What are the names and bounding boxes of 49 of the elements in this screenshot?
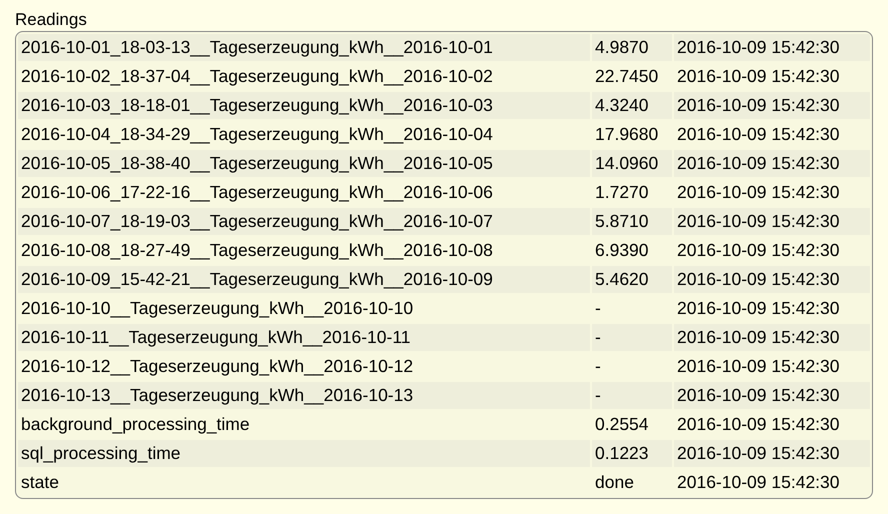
reading-timestamp: 2016-10-09 15:42:30	[676, 123, 840, 146]
reading-name: 2016-10-09_15-42-21__Tageserzeugung_kWh__2016-10-09	[18, 266, 590, 293]
reading-timestamp: 2016-10-09 15:42:30	[674, 266, 870, 293]
reading-name: 2016-10-07_18-19-03__Tageserzeugung_kWh__2016-10-07	[18, 208, 590, 235]
reading-value: 4.9870	[592, 34, 672, 61]
reading-timestamp: 2016-10-09 15:42:30	[674, 382, 870, 409]
reading-timestamp: 2016-10-09 15:42:30	[676, 65, 840, 88]
reading-name: 2016-10-01_18-03-13__Tageserzeugung_kWh__2016-10-01	[18, 34, 590, 61]
reading-timestamp: 2016-10-09 15:42:30	[674, 150, 870, 177]
reading-name: 2016-10-02_18-37-04__Tageserzeugung_kWh__2016-10-02	[20, 65, 494, 88]
section-title: Readings	[15, 10, 88, 30]
reading-timestamp: 2016-10-09 15:42:30	[674, 208, 870, 235]
reading-timestamp: 2016-10-09 15:42:30	[674, 324, 870, 351]
reading-value: 4.3240	[592, 92, 672, 119]
reading-timestamp: 2016-10-09 15:42:30	[676, 471, 840, 494]
reading-value: -	[592, 324, 672, 351]
reading-name: 2016-10-12__Tageserzeugung_kWh__2016-10-12	[20, 355, 414, 378]
reading-value: -	[592, 382, 672, 409]
reading-name: 2016-10-11__Tageserzeugung_kWh__2016-10-11	[18, 324, 590, 351]
reading-name: state	[20, 471, 60, 494]
reading-name: 2016-10-08_18-27-49__Tageserzeugung_kWh__2016-10-08	[20, 239, 494, 262]
reading-timestamp: 2016-10-09 15:42:30	[676, 355, 840, 378]
reading-name: background_processing_time	[20, 413, 251, 436]
reading-timestamp: 2016-10-09 15:42:30	[676, 297, 840, 320]
reading-value: 17.9680	[594, 123, 660, 146]
reading-value: -	[594, 355, 602, 378]
reading-value: 22.7450	[594, 65, 660, 88]
reading-value: 1.7270	[594, 181, 650, 204]
reading-name: 2016-10-10__Tageserzeugung_kWh__2016-10-10	[20, 297, 414, 320]
reading-value: -	[594, 297, 602, 320]
reading-name: 2016-10-13__Tageserzeugung_kWh__2016-10-13	[18, 382, 590, 409]
reading-value: 6.9390	[594, 239, 650, 262]
reading-value: 5.4620	[592, 266, 672, 293]
reading-value: 0.1223	[592, 440, 672, 467]
reading-name: 2016-10-06_17-22-16__Tageserzeugung_kWh__2016-10-06	[20, 181, 494, 204]
reading-value: done	[594, 471, 635, 494]
reading-name: sql_processing_time	[18, 440, 590, 467]
reading-timestamp: 2016-10-09 15:42:30	[674, 440, 870, 467]
reading-value: 0.2554	[594, 413, 650, 436]
reading-name: 2016-10-03_18-18-01__Tageserzeugung_kWh__2016-10-03	[18, 92, 590, 119]
reading-name: 2016-10-04_18-34-29__Tageserzeugung_kWh__2016-10-04	[20, 123, 494, 146]
reading-timestamp: 2016-10-09 15:42:30	[674, 92, 870, 119]
reading-value: 5.8710	[592, 208, 672, 235]
reading-name: 2016-10-05_18-38-40__Tageserzeugung_kWh__2016-10-05	[18, 150, 590, 177]
reading-timestamp: 2016-10-09 15:42:30	[676, 239, 840, 262]
reading-value: 14.0960	[592, 150, 672, 177]
reading-timestamp: 2016-10-09 15:42:30	[676, 181, 840, 204]
reading-timestamp: 2016-10-09 15:42:30	[676, 413, 840, 436]
reading-timestamp: 2016-10-09 15:42:30	[674, 34, 870, 61]
